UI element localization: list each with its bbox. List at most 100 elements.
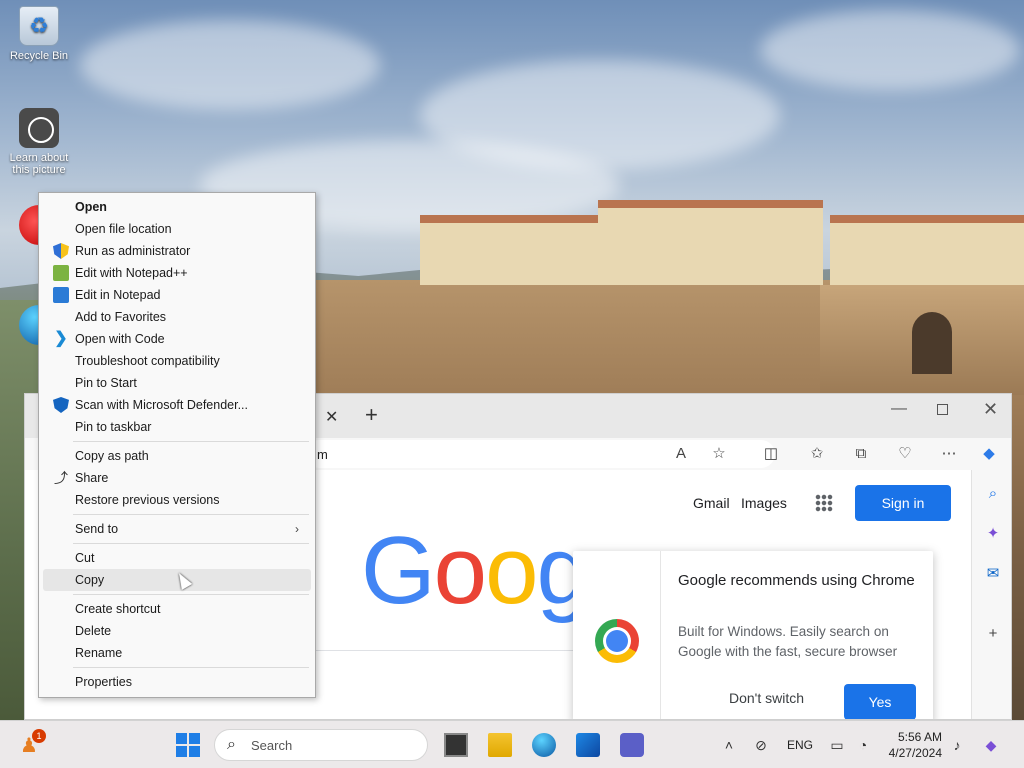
minimize-button[interactable]: — bbox=[891, 400, 907, 418]
edge-sidebar: ⌕ ✦ ✉ + bbox=[971, 470, 1011, 719]
menu-separator bbox=[73, 543, 309, 544]
edge-taskbar-icon[interactable] bbox=[532, 733, 556, 757]
menu-item-add-favorites[interactable]: Add to Favorites bbox=[43, 306, 311, 328]
notification-bell-icon[interactable]: ♪ bbox=[948, 736, 966, 754]
menu-item-run-as-admin[interactable]: Run as administrator bbox=[43, 240, 311, 262]
menu-item-share[interactable]: ⤴ Share bbox=[43, 467, 311, 489]
google-apps-icon[interactable] bbox=[815, 494, 833, 512]
camera-icon bbox=[19, 108, 59, 148]
sign-in-button[interactable]: Sign in bbox=[855, 485, 951, 521]
popup-icon-panel bbox=[573, 551, 661, 719]
taskbar-search-placeholder: Search bbox=[251, 738, 293, 753]
display-icon[interactable]: ▭ bbox=[828, 736, 846, 754]
language-indicator[interactable]: ENG bbox=[787, 738, 813, 752]
images-link[interactable]: Images bbox=[741, 495, 787, 511]
menu-item-label: Copy bbox=[75, 573, 105, 587]
gmail-link[interactable]: Gmail bbox=[693, 495, 730, 511]
menu-item-label: Send to bbox=[75, 522, 119, 536]
favorite-star-icon[interactable]: ☆ bbox=[709, 444, 729, 464]
menu-separator bbox=[73, 514, 309, 515]
collections-icon[interactable]: ⧉ bbox=[851, 444, 871, 464]
start-button[interactable] bbox=[176, 733, 200, 757]
store-icon[interactable] bbox=[576, 733, 600, 757]
menu-item-open-with-code[interactable]: ❯ Open with Code bbox=[43, 328, 311, 350]
windows-logo-pane bbox=[176, 746, 187, 757]
menu-item-label: Pin to Start bbox=[75, 376, 137, 390]
menu-item-delete[interactable]: Delete bbox=[43, 620, 311, 642]
uac-shield-icon bbox=[53, 243, 69, 259]
menu-item-restore-versions[interactable]: Restore previous versions bbox=[43, 489, 311, 511]
dont-switch-button[interactable]: Don't switch bbox=[729, 690, 804, 706]
windows-logo-pane bbox=[189, 746, 200, 757]
logo-letter: o bbox=[485, 517, 538, 624]
taskbar-search[interactable]: ⌕ Search bbox=[214, 729, 428, 761]
address-field[interactable] bbox=[305, 440, 775, 468]
menu-separator bbox=[73, 667, 309, 668]
menu-item-label: Edit with Notepad++ bbox=[75, 266, 188, 280]
task-view-icon[interactable] bbox=[444, 733, 468, 757]
more-menu-icon[interactable]: ⋯ bbox=[939, 444, 959, 464]
volume-icon[interactable]: ◔ bbox=[854, 736, 872, 754]
favorites-icon[interactable]: ✩ bbox=[807, 444, 827, 464]
file-explorer-icon[interactable] bbox=[488, 733, 512, 757]
copilot-pre-icon[interactable]: ◆ bbox=[982, 736, 1000, 754]
clock-time[interactable]: 5:56 AM bbox=[888, 730, 942, 744]
menu-item-pin-to-taskbar[interactable]: Pin to taskbar bbox=[43, 416, 311, 438]
split-screen-icon[interactable]: ◫ bbox=[761, 444, 781, 464]
desktop-icon-learn-about-picture[interactable]: Learn about this picture bbox=[4, 108, 74, 176]
google-logo: Goog bbox=[361, 516, 590, 626]
search-box-outline[interactable] bbox=[295, 650, 595, 651]
close-window-button[interactable]: ✕ bbox=[983, 399, 998, 420]
menu-item-cut[interactable]: Cut bbox=[43, 547, 311, 569]
sidebar-add-icon[interactable]: + bbox=[983, 624, 1003, 644]
menu-item-open-file-location[interactable]: Open file location bbox=[43, 218, 311, 240]
notification-badge: 1 bbox=[32, 729, 46, 743]
copilot-icon[interactable]: ◆ bbox=[979, 444, 999, 464]
clock-date[interactable]: 4/27/2024 bbox=[880, 746, 942, 760]
menu-item-pin-to-start[interactable]: Pin to Start bbox=[43, 372, 311, 394]
menu-item-label: Scan with Microsoft Defender... bbox=[75, 398, 248, 412]
maximize-button[interactable] bbox=[937, 404, 948, 415]
menu-item-open[interactable]: Open bbox=[43, 196, 311, 218]
menu-item-copy-as-path[interactable]: Copy as path bbox=[43, 445, 311, 467]
defender-icon bbox=[53, 397, 69, 413]
recycle-bin-icon bbox=[19, 6, 59, 46]
menu-item-edit-notepadpp[interactable]: Edit with Notepad++ bbox=[43, 262, 311, 284]
menu-item-edit-notepad[interactable]: Edit in Notepad bbox=[43, 284, 311, 306]
menu-item-create-shortcut[interactable]: Create shortcut bbox=[43, 598, 311, 620]
menu-item-troubleshoot[interactable]: Troubleshoot compatibility bbox=[43, 350, 311, 372]
windows-logo-pane bbox=[176, 733, 187, 744]
menu-item-properties[interactable]: Properties bbox=[43, 671, 311, 693]
sidebar-copilot-icon[interactable]: ✦ bbox=[983, 524, 1003, 544]
yes-button[interactable]: Yes bbox=[844, 684, 916, 719]
desktop-icon-recycle-bin[interactable]: Recycle Bin bbox=[4, 6, 74, 62]
menu-item-scan-defender[interactable]: Scan with Microsoft Defender... bbox=[43, 394, 311, 416]
menu-item-label: Open with Code bbox=[75, 332, 165, 346]
menu-item-label: Create shortcut bbox=[75, 602, 161, 616]
tab-close-icon[interactable]: ✕ bbox=[325, 407, 338, 427]
browser-essentials-icon[interactable]: ♡ bbox=[895, 444, 915, 464]
menu-item-label: Open file location bbox=[75, 222, 172, 236]
menu-item-label: Restore previous versions bbox=[75, 493, 220, 507]
logo-letter: o bbox=[433, 517, 487, 624]
new-tab-button[interactable]: + bbox=[365, 402, 378, 428]
sidebar-search-icon[interactable]: ⌕ bbox=[983, 484, 1003, 504]
menu-item-send-to[interactable]: Send to › bbox=[43, 518, 311, 540]
menu-separator bbox=[73, 441, 309, 442]
menu-item-label: Pin to taskbar bbox=[75, 420, 152, 434]
logo-letter: G bbox=[361, 517, 436, 624]
menu-item-label: Add to Favorites bbox=[75, 310, 167, 324]
chevron-right-icon: › bbox=[295, 522, 299, 536]
address-text[interactable]: m bbox=[317, 447, 328, 462]
read-aloud-icon[interactable]: A bbox=[671, 444, 691, 464]
menu-item-rename[interactable]: Rename bbox=[43, 642, 311, 664]
network-off-icon[interactable]: ⊘ bbox=[752, 736, 770, 754]
vscode-icon: ❯ bbox=[54, 330, 68, 347]
teams-icon[interactable] bbox=[620, 733, 644, 757]
chevron-up-icon[interactable]: ˄ bbox=[720, 736, 738, 754]
sidebar-outlook-icon[interactable]: ✉ bbox=[983, 564, 1003, 584]
desktop-icon-label: Recycle Bin bbox=[9, 50, 69, 62]
menu-item-label: Open bbox=[75, 200, 107, 214]
notepad-icon bbox=[53, 287, 69, 303]
menu-item-label: Delete bbox=[75, 624, 112, 638]
